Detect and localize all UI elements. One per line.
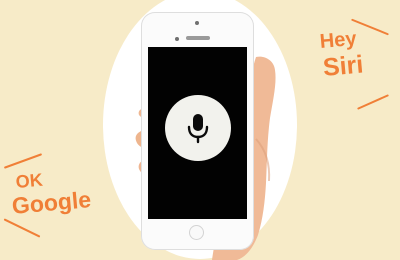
accent-line [3, 218, 41, 238]
ok-google-text-line-1: OK [14, 169, 44, 192]
hey-siri-text-line-1: Hey [318, 27, 358, 53]
microphone-icon [187, 114, 209, 144]
accent-line [351, 18, 389, 36]
ok-google-text-line-2: Google [10, 186, 93, 219]
home-button [189, 225, 204, 240]
accent-line [3, 153, 43, 169]
hey-siri-text-line-2: Siri [321, 50, 365, 82]
front-sensor [195, 21, 199, 25]
earpiece-speaker [186, 36, 210, 40]
microphone-button-circle [165, 95, 231, 161]
phone-screen [148, 47, 247, 219]
front-camera [175, 37, 179, 41]
voice-assistant-illustration: Hey Siri OK Google [0, 0, 400, 260]
accent-line [357, 94, 389, 110]
smartphone [141, 12, 254, 250]
